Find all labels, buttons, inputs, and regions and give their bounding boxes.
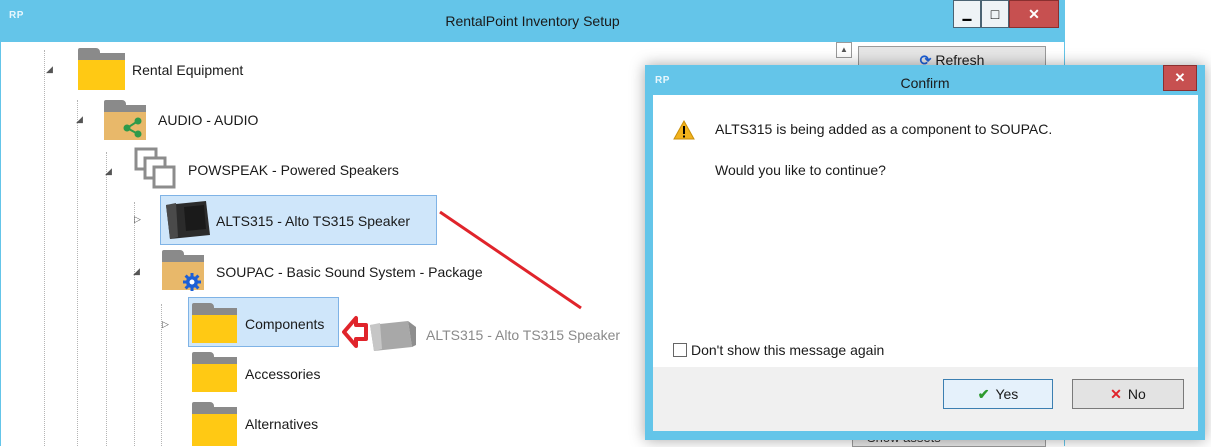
folder-icon [78, 48, 125, 90]
x-icon: ✕ [1110, 385, 1122, 402]
no-label: No [1127, 386, 1146, 402]
checkbox-label: Don't show this message again [691, 342, 885, 358]
dialog-question: Would you like to continue? [715, 162, 886, 178]
speaker-icon [166, 201, 210, 239]
expanded-chevron-icon[interactable]: ◢ [133, 266, 140, 277]
collapsed-chevron-icon[interactable]: ▷ [134, 214, 141, 225]
collapsed-chevron-icon[interactable]: ▷ [162, 319, 169, 330]
close-icon: ✕ [1174, 70, 1186, 85]
checkbox-box[interactable] [673, 343, 687, 357]
dialog-title: Confirm [900, 75, 950, 91]
tree-node-rental-equipment[interactable]: Rental Equipment [132, 62, 243, 78]
close-button[interactable]: ✕ [1009, 0, 1059, 28]
close-icon: ✕ [1028, 5, 1040, 22]
tree-guide-line [134, 202, 135, 446]
folder-icon [192, 402, 237, 446]
tree-node-alts315[interactable]: ALTS315 - Alto TS315 Speaker [216, 213, 410, 229]
confirm-dialog: RP Confirm ✕ ALTS315 is being added as a… [645, 65, 1205, 440]
shared-folder-icon [104, 100, 146, 140]
tree-node-accessories[interactable]: Accessories [245, 366, 320, 382]
gear-icon [183, 273, 201, 291]
warning-icon [673, 120, 695, 140]
drop-arrow-icon [342, 316, 368, 348]
dialog-body: ALTS315 is being added as a component to… [653, 95, 1198, 367]
checkmark-icon: ✔ [977, 385, 990, 402]
tree-guide-line [106, 152, 107, 446]
minimize-icon: ▁ [962, 8, 972, 21]
tree-node-alternatives[interactable]: Alternatives [245, 416, 318, 432]
dont-show-again-checkbox[interactable]: Don't show this message again [673, 342, 884, 358]
tree-node-audio[interactable]: AUDIO - AUDIO [158, 112, 258, 128]
minimize-button[interactable]: ▁ [953, 0, 981, 28]
expanded-chevron-icon[interactable]: ◢ [105, 166, 112, 177]
drag-ghost-label: ALTS315 - Alto TS315 Speaker [426, 327, 621, 343]
package-folder-icon [162, 250, 204, 291]
tree-guide-line [77, 100, 78, 446]
yes-label: Yes [995, 386, 1019, 402]
folder-icon [192, 352, 237, 392]
tree-node-powspeak[interactable]: POWSPEAK - Powered Speakers [188, 162, 399, 178]
expanded-chevron-icon[interactable]: ◢ [76, 114, 83, 125]
main-titlebar[interactable]: RP RentalPoint Inventory Setup ▁ □ ✕ [1, 0, 1064, 42]
folder-icon [192, 303, 237, 343]
no-button[interactable]: ✕ No [1072, 379, 1184, 409]
tree-guide-line [44, 50, 45, 446]
window-title: RentalPoint Inventory Setup [445, 13, 620, 29]
dragged-speaker-icon [370, 321, 416, 351]
dialog-close-button[interactable]: ✕ [1163, 65, 1197, 91]
maximize-icon: □ [990, 6, 1000, 22]
maximize-button[interactable]: □ [981, 0, 1009, 28]
tree-node-components[interactable]: Components [245, 316, 324, 332]
scroll-up-icon[interactable]: ▲ [836, 42, 852, 58]
share-icon [123, 117, 142, 138]
dialog-footer: ✔ Yes ✕ No [653, 367, 1198, 431]
group-icon [134, 147, 176, 189]
dialog-message: ALTS315 is being added as a component to… [715, 121, 1053, 137]
yes-button[interactable]: ✔ Yes [943, 379, 1053, 409]
expanded-chevron-icon[interactable]: ◢ [46, 64, 53, 75]
tree-node-soupac[interactable]: SOUPAC - Basic Sound System - Package [216, 264, 483, 280]
